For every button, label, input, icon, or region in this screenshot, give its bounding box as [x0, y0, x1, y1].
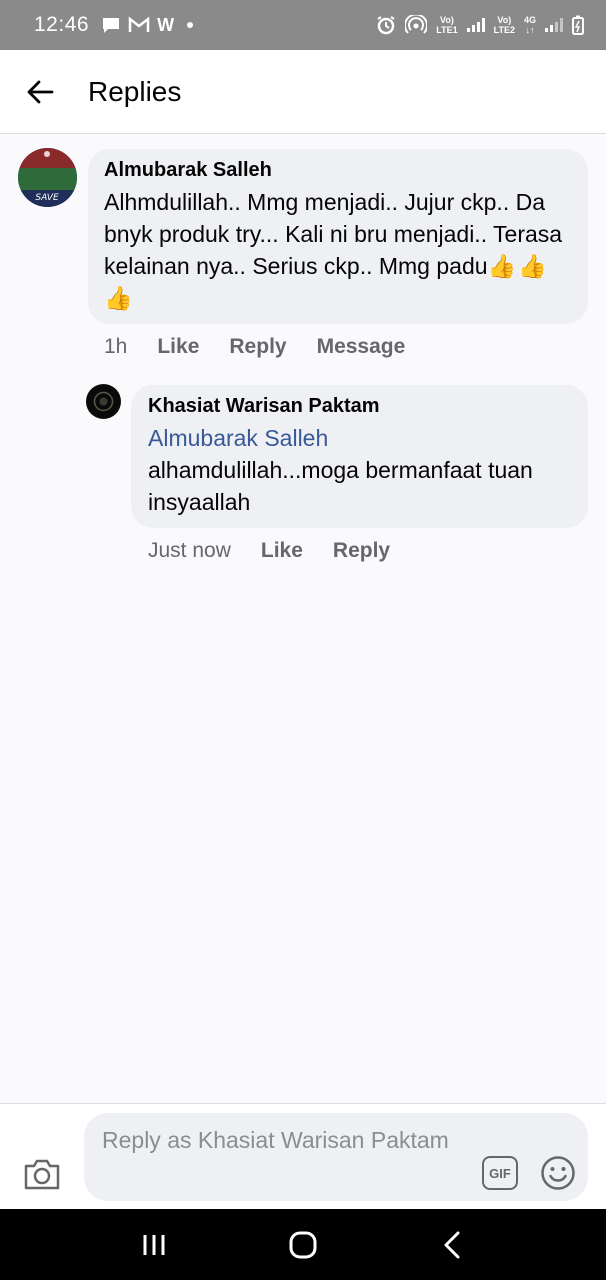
- replies-thread: SAVE Almubarak Salleh Alhmdulillah.. Mmg…: [0, 135, 606, 1103]
- comment-text: Alhmdulillah.. Mmg menjadi.. Jujur ckp..…: [104, 189, 563, 311]
- battery-icon: [572, 15, 584, 35]
- comment-bubble[interactable]: Almubarak Salleh Alhmdulillah.. Mmg menj…: [88, 149, 588, 324]
- gif-button[interactable]: GIF: [482, 1156, 518, 1190]
- hotspot-icon: [405, 15, 428, 34]
- reply-timestamp: Just now: [148, 539, 231, 562]
- page-title: Replies: [88, 75, 182, 107]
- home-button[interactable]: [273, 1215, 333, 1275]
- network-type-indicator: 4G ↓↑: [523, 15, 536, 35]
- emoji-button[interactable]: [540, 1155, 576, 1191]
- sim2-indicator: Vo) LTE2: [493, 15, 515, 35]
- chevron-left-icon: [444, 1231, 460, 1258]
- message-button[interactable]: Message: [317, 335, 406, 359]
- svg-text:SAVE: SAVE: [35, 193, 59, 203]
- camera-icon: [24, 1159, 60, 1190]
- reply-author[interactable]: Khasiat Warisan Paktam: [148, 395, 572, 418]
- status-time: 12:46: [34, 13, 90, 36]
- mention-link[interactable]: Almubarak Salleh: [148, 422, 572, 454]
- chat-icon: [103, 18, 120, 33]
- recents-icon: [143, 1234, 165, 1255]
- comment-actions: 1h Like Reply Message: [104, 335, 405, 359]
- reply-button[interactable]: Reply: [333, 539, 390, 563]
- recents-button[interactable]: [124, 1215, 184, 1275]
- arrow-left-icon: [27, 80, 54, 103]
- smiley-icon: [541, 1156, 575, 1190]
- reply-actions: Just now Like Reply: [148, 539, 390, 563]
- back-button[interactable]: [0, 50, 80, 134]
- camera-button[interactable]: [22, 1156, 62, 1192]
- comment-timestamp: 1h: [104, 335, 128, 358]
- home-icon: [289, 1231, 317, 1258]
- reply-button[interactable]: Reply: [229, 335, 286, 359]
- avatar[interactable]: SAVE: [18, 148, 77, 207]
- avatar[interactable]: [86, 384, 121, 419]
- comment-author[interactable]: Almubarak Salleh: [104, 159, 572, 182]
- like-button[interactable]: Like: [157, 335, 199, 359]
- reply-composer: Reply as Khasiat Warisan Paktam GIF: [0, 1103, 606, 1209]
- status-notification-icons: W: [101, 14, 194, 36]
- status-system-icons: Vo) LTE1 Vo) LTE2 4G ↓↑: [376, 15, 584, 35]
- signal-icon: [545, 18, 563, 32]
- dot-icon: [187, 22, 194, 28]
- app-header: Replies: [0, 50, 606, 134]
- gmail-icon: [128, 16, 150, 32]
- signal-icon: [466, 18, 485, 32]
- like-button[interactable]: Like: [261, 539, 303, 563]
- back-nav-button[interactable]: [422, 1215, 482, 1275]
- reply-bubble[interactable]: Khasiat Warisan Paktam Almubarak Salleh …: [131, 385, 588, 528]
- w-icon: W: [157, 14, 175, 35]
- sim1-indicator: Vo) LTE1: [436, 15, 458, 35]
- status-bar: 12:46 W Vo) LTE1 Vo) LTE2 4G ↓↑: [0, 0, 606, 50]
- system-nav-bar: [0, 1209, 606, 1280]
- alarm-icon: [377, 16, 395, 35]
- reply-text: alhamdulillah...moga bermanfaat tuan ins…: [148, 457, 533, 515]
